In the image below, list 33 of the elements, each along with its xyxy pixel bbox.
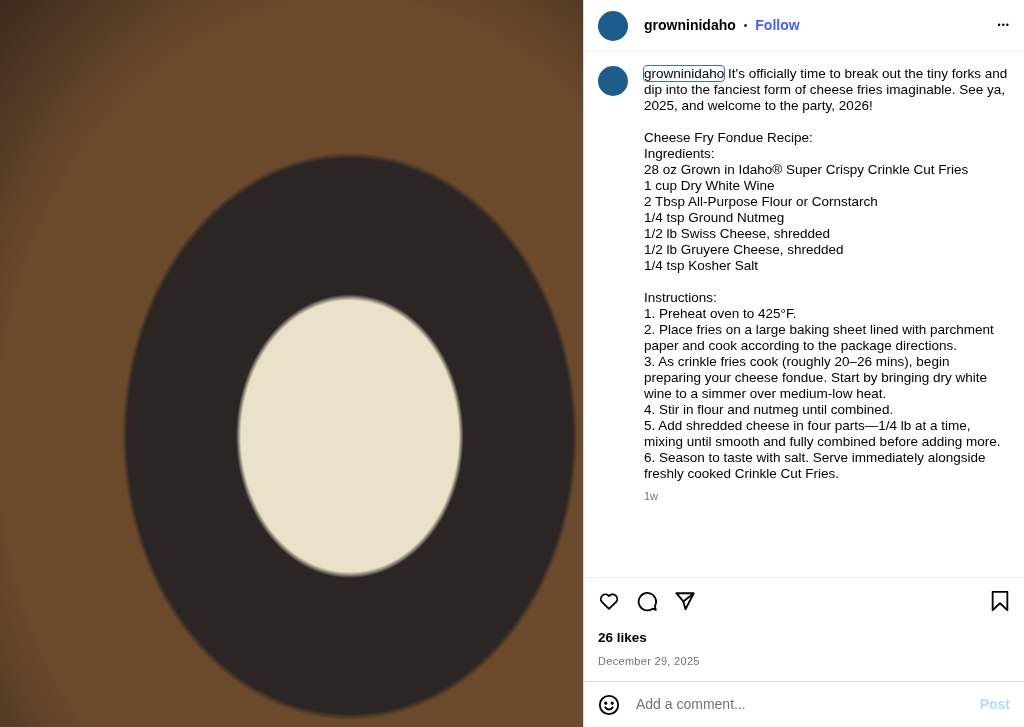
- post-age[interactable]: 1w: [644, 488, 1010, 504]
- caption-line: Instructions:: [644, 290, 718, 306]
- emoji-button[interactable]: [598, 693, 620, 716]
- caption-line: Ingredients:: [644, 146, 716, 162]
- separator-dot: •: [743, 19, 748, 33]
- caption-line: 28 oz Grown in Idaho® Super Crispy Crinkle Cut Fries: [644, 162, 970, 178]
- avatar[interactable]: [598, 10, 628, 41]
- share-button[interactable]: [674, 590, 696, 613]
- username-link[interactable]: growninidaho: [644, 15, 736, 36]
- caption-line: 1/2 lb Swiss Cheese, shredded: [644, 226, 832, 242]
- caption-text: growninidaho It's officially time to break out the tiny forks and dip into the fanciest form of cheese fries imaginable. See ya, 2025, and welcome to the party, 2026!: [644, 66, 1009, 114]
- caption-line: 1 cup Dry White Wine: [644, 178, 776, 194]
- caption-line: 2. Place fries on a large baking sheet lined with parchment paper and cook according to the package directions.: [644, 322, 995, 354]
- caption-line: 1. Preheat oven to 425°F.: [644, 306, 798, 322]
- likes-count[interactable]: 26 likes: [598, 628, 1010, 649]
- comment-field[interactable]: Add a comment...: [636, 694, 964, 715]
- post-date: December 29, 2025: [598, 653, 701, 669]
- comment-button[interactable]: [636, 590, 658, 613]
- caption-line: Cheese Fry Fondue Recipe:: [644, 130, 814, 146]
- more-options-button[interactable]: •••: [997, 18, 1010, 33]
- caption-line: 1/4 tsp Kosher Salt: [644, 258, 760, 274]
- bookmark-button[interactable]: [990, 590, 1010, 613]
- caption-line: 2 Tbsp All-Purpose Flour or Cornstarch: [644, 194, 879, 210]
- caption-line: 6. Season to taste with salt. Serve immediately alongside freshly cooked Crinkle Cut Fries.: [644, 450, 987, 482]
- caption-line: 5. Add shredded cheese in four parts—1/4 lb at a time, mixing until smooth and fully combined before adding more.: [644, 418, 1002, 450]
- caption-line: 4. Stir in flour and nutmeg until combined.: [644, 402, 895, 418]
- follow-button[interactable]: Follow: [755, 15, 800, 36]
- caption-line: 1/2 lb Gruyere Cheese, shredded: [644, 242, 845, 258]
- caption-line: 1/4 tsp Ground Nutmeg: [644, 210, 786, 226]
- username-link[interactable]: growninidaho: [644, 66, 725, 81]
- caption-line: 3. As crinkle fries cook (roughly 20–26 mins), begin preparing your cheese fondue. Start by bringing dry white wine to a simmer over medium-low heat.: [644, 354, 988, 402]
- like-button[interactable]: [598, 590, 620, 613]
- avatar[interactable]: [598, 66, 628, 96]
